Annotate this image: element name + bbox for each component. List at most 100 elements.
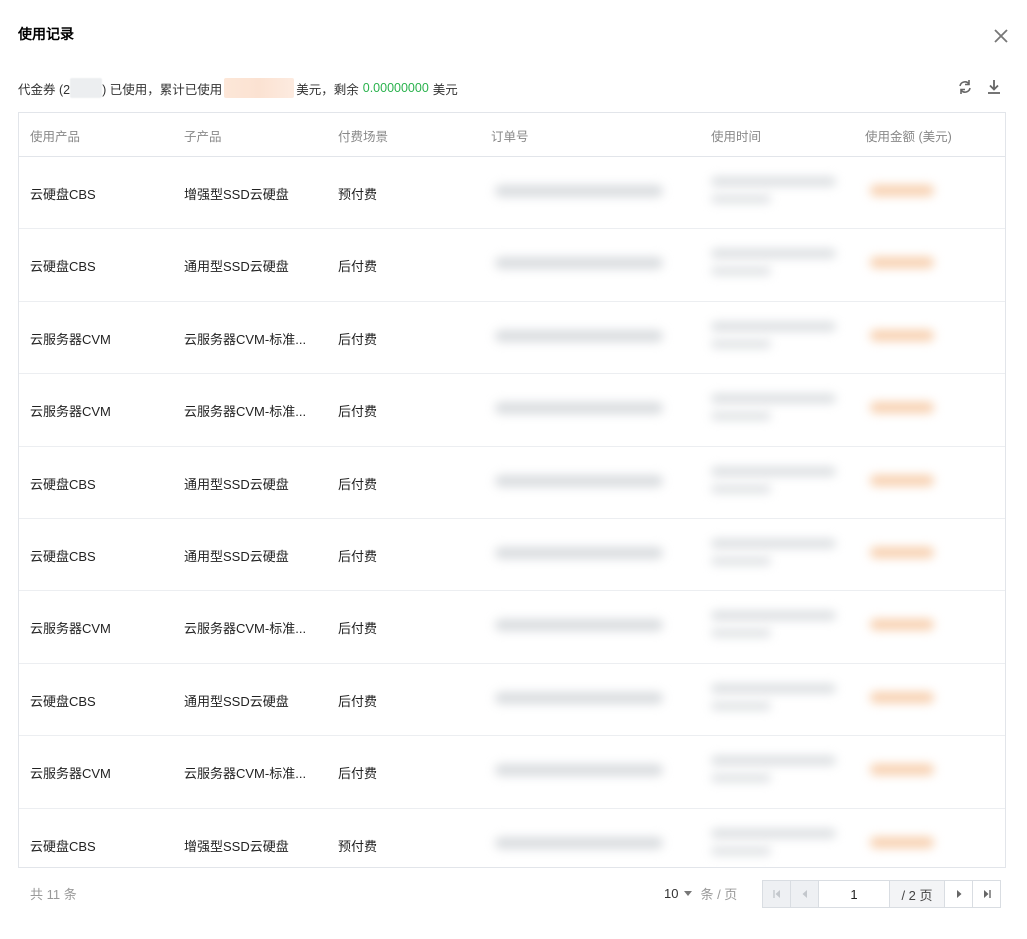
usage-time-redacted: [711, 538, 836, 548]
dialog-title: 使用记录: [18, 26, 74, 42]
amount-redacted: [870, 185, 934, 196]
cell-product: 云服务器CVM: [30, 404, 111, 420]
order-id-redacted: [495, 402, 663, 415]
chevron-down-icon: [684, 891, 693, 896]
cell-subproduct: 云服务器CVM-标准...: [184, 404, 307, 420]
amount-redacted: [870, 619, 934, 631]
order-id-redacted: [495, 546, 663, 559]
usage-time-redacted: [711, 267, 771, 276]
cell-payment-scene: 后付费: [338, 548, 378, 564]
amount-redacted: [870, 546, 934, 558]
page-size-unit: 条 / 页: [700, 887, 738, 902]
column-header-usage-time: 使用时间: [711, 130, 762, 144]
usage-time-redacted: [711, 611, 836, 621]
usage-time-redacted: [711, 412, 771, 421]
usage-time-redacted: [711, 828, 836, 838]
table-row: 云硬盘CBS 增强型SSD云硬盘 预付费: [19, 157, 1005, 230]
cell-payment-scene: 预付费: [338, 838, 378, 854]
last-page-button[interactable]: [973, 881, 1000, 907]
cell-payment-scene: 后付费: [338, 766, 378, 782]
cell-product: 云硬盘CBS: [30, 476, 96, 492]
amount-redacted: [870, 329, 934, 341]
cell-payment-scene: 后付费: [338, 693, 378, 709]
cell-payment-scene: 后付费: [338, 476, 378, 492]
order-id-redacted: [495, 764, 663, 777]
cell-payment-scene: 后付费: [338, 404, 378, 420]
download-icon[interactable]: [985, 78, 1003, 96]
amount-redacted: [870, 764, 934, 776]
column-header-order-id: 订单号: [491, 130, 529, 144]
cell-subproduct: 通用型SSD云硬盘: [184, 693, 289, 709]
table-row: 云服务器CVM 云服务器CVM-标准... 后付费: [19, 591, 1005, 664]
table-row: 云硬盘CBS 通用型SSD云硬盘 后付费: [19, 447, 1005, 519]
amount-redacted: [870, 257, 934, 269]
column-header-payment-scene: 付费场景: [338, 130, 389, 144]
page-size-select[interactable]: 10 条 / 页: [664, 884, 737, 903]
cell-subproduct: 通用型SSD云硬盘: [184, 259, 289, 275]
amount-redacted: [870, 402, 934, 414]
summary-unit1: 美元，剩余: [296, 82, 359, 97]
order-id-redacted: [495, 619, 663, 632]
table-row: 云硬盘CBS 增强型SSD云硬盘 预付费: [19, 809, 1005, 880]
column-header-subproduct: 子产品: [184, 130, 222, 144]
column-header-amount: 使用金额 (美元): [865, 130, 952, 144]
close-icon[interactable]: [991, 26, 1011, 46]
usage-time-redacted: [711, 629, 771, 638]
column-header-product: 使用产品: [30, 130, 81, 144]
usage-time-redacted: [711, 683, 836, 693]
cell-product: 云服务器CVM: [30, 766, 111, 782]
order-id-redacted: [495, 691, 663, 704]
cell-product: 云硬盘CBS: [30, 187, 96, 202]
usage-time-redacted: [711, 466, 836, 476]
table-row: 云服务器CVM 云服务器CVM-标准... 后付费: [19, 736, 1005, 809]
cell-payment-scene: 预付费: [338, 187, 378, 202]
table-row: 云服务器CVM 云服务器CVM-标准... 后付费: [19, 302, 1005, 375]
next-page-button[interactable]: [945, 881, 973, 907]
cell-product: 云硬盘CBS: [30, 548, 96, 564]
cell-subproduct: 增强型SSD云硬盘: [184, 187, 289, 202]
amount-redacted: [870, 836, 934, 848]
cell-payment-scene: 后付费: [338, 259, 378, 275]
cell-subproduct: 云服务器CVM-标准...: [184, 331, 307, 347]
voucher-id-mask: [70, 78, 103, 98]
usage-time-redacted: [711, 484, 771, 493]
usage-time-redacted: [711, 701, 771, 710]
voucher-summary: 代金券 (2 ) 已使用，累计已使用 美元，剩余 0.00000000 美元: [18, 78, 458, 98]
usage-time-redacted: [711, 394, 836, 404]
usage-time-redacted: [711, 249, 836, 259]
cell-product: 云硬盘CBS: [30, 693, 96, 709]
usage-time-redacted: [711, 846, 771, 855]
order-id-redacted: [495, 257, 663, 270]
usage-time-redacted: [711, 195, 771, 203]
remaining-amount: 0.00000000: [362, 81, 429, 95]
prev-page-button[interactable]: [791, 881, 819, 907]
usage-time-redacted: [711, 321, 836, 331]
usage-time-redacted: [711, 756, 836, 766]
pagination: / 2 页: [762, 880, 1001, 908]
amount-redacted: [870, 474, 934, 486]
cell-product: 云硬盘CBS: [30, 838, 96, 854]
cell-payment-scene: 后付费: [338, 621, 378, 637]
first-page-button[interactable]: [763, 881, 791, 907]
cell-product: 云服务器CVM: [30, 621, 111, 637]
refresh-icon[interactable]: [956, 78, 974, 96]
cell-subproduct: 增强型SSD云硬盘: [184, 838, 289, 854]
table-row: 云硬盘CBS 通用型SSD云硬盘 后付费: [19, 664, 1005, 737]
usage-time-redacted: [711, 774, 771, 783]
table-body: 云硬盘CBS 增强型SSD云硬盘 预付费 云硬盘CBS 通用型SSD云硬盘 后付费 云服务器…: [19, 157, 1005, 880]
usage-time-redacted: [711, 556, 771, 565]
summary-prefix: 代金券 (2: [18, 82, 71, 97]
page-size-value: 10: [664, 886, 679, 901]
cell-subproduct: 通用型SSD云硬盘: [184, 476, 289, 492]
summary-unit2: 美元: [432, 82, 458, 97]
cell-subproduct: 云服务器CVM-标准...: [184, 766, 307, 782]
cell-product: 云硬盘CBS: [30, 259, 96, 275]
summary-used-text: ) 已使用，累计已使用: [102, 82, 223, 97]
cell-subproduct: 云服务器CVM-标准...: [184, 621, 307, 637]
page-number-input[interactable]: [819, 881, 890, 907]
total-count: 共 11 条: [30, 887, 77, 902]
cell-subproduct: 通用型SSD云硬盘: [184, 548, 289, 564]
table-row: 云硬盘CBS 通用型SSD云硬盘 后付费: [19, 229, 1005, 302]
table-row: 云服务器CVM 云服务器CVM-标准... 后付费: [19, 374, 1005, 447]
usage-time-redacted: [711, 177, 836, 186]
